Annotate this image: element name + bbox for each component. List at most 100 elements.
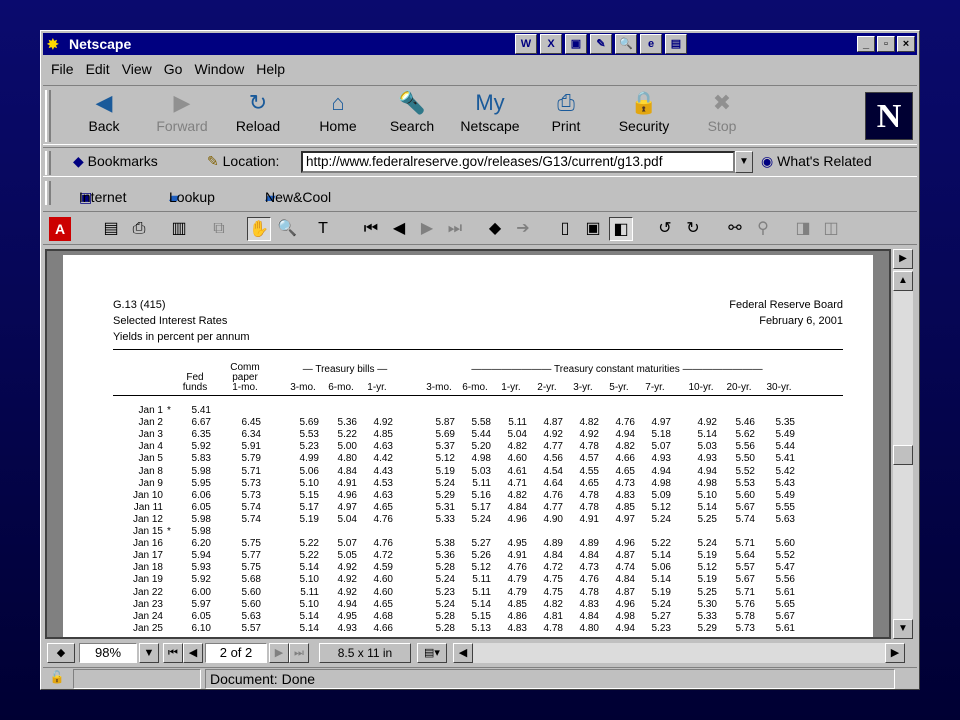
table-cell: 4.97 (337, 501, 357, 513)
netscape-button[interactable]: My Netscape (455, 88, 525, 144)
tray-app-icon[interactable]: ✎ (590, 34, 612, 54)
security-button[interactable]: 🔒 Security (609, 88, 679, 144)
page-layout-icon[interactable]: ▤▾ (417, 643, 447, 663)
whats-related-button[interactable]: ◉ What's Related (761, 153, 872, 170)
bookmarks-button[interactable]: ◆ Bookmarks (73, 153, 158, 170)
go-forward-icon[interactable]: ➔ (511, 217, 535, 241)
scroll-down-icon[interactable]: ▼ (893, 619, 913, 639)
next-page-icon[interactable]: ▶ (415, 217, 439, 241)
table-cell: 4.60 (373, 586, 393, 598)
rotate-left-icon[interactable]: ↺ (653, 217, 677, 241)
search-button[interactable]: 🔦 Search (377, 88, 447, 144)
text-select-icon[interactable]: T (311, 217, 335, 241)
split-icon[interactable]: ◆ (47, 643, 75, 663)
table-cell: 4.91 (507, 550, 527, 562)
tray-app-icon[interactable]: ▣ (565, 34, 587, 54)
menu-view[interactable]: View (116, 59, 158, 81)
maximize-button[interactable]: ▫ (877, 36, 895, 52)
hand-tool-icon[interactable]: ✋ (247, 217, 271, 241)
zoom-field[interactable]: 98% (79, 643, 137, 663)
table-cell: 5.57 (735, 562, 755, 574)
table-cell: 5.23 (299, 441, 319, 453)
security-lock-icon[interactable]: 🔓 (45, 670, 69, 688)
tray-app-icon[interactable]: X (540, 34, 562, 54)
next-page-button[interactable]: ▶ (269, 643, 289, 663)
last-page-icon[interactable]: ⏭ (443, 217, 467, 241)
table-cell: 4.92 (579, 429, 599, 441)
pdf-viewport[interactable]: G.13 (415) Selected Interest Rates Yield… (45, 249, 891, 639)
back-button[interactable]: ◀ Back (69, 88, 139, 144)
scroll-left-icon[interactable]: ◀ (453, 643, 473, 663)
actual-size-icon[interactable]: ▯ (553, 217, 577, 241)
fit-width-icon[interactable]: ◧ (609, 217, 633, 241)
scroll-right-icon[interactable]: ▶ (885, 643, 905, 663)
netscape-app-icon: ✸ (47, 36, 59, 52)
scroll-up-icon[interactable]: ▲ (893, 271, 913, 291)
stop-button[interactable]: ✖ Stop (687, 88, 757, 144)
previous-page-icon[interactable]: ◀ (387, 217, 411, 241)
article-icon[interactable]: ◨ (791, 217, 815, 241)
table-cell: 4.92 (337, 574, 357, 586)
last-page-button[interactable]: ⏭ (289, 643, 309, 663)
tray-app-icon[interactable]: e (640, 34, 662, 54)
table-cell: 5.79 (241, 453, 261, 465)
table-cell: 5.05 (337, 550, 357, 562)
tray-app-icon[interactable]: 🔍 (615, 34, 637, 54)
toolbar-grip[interactable] (45, 151, 51, 175)
reload-button[interactable]: ↻ Reload (223, 88, 293, 144)
print-icon[interactable]: ⎙ (127, 217, 151, 241)
url-dropdown-button[interactable]: ▼ (735, 151, 753, 173)
table-cell: 5.11 (508, 417, 527, 429)
menu-window[interactable]: Window (188, 59, 250, 81)
minimize-button[interactable]: _ (857, 36, 875, 52)
horizontal-scrollbar[interactable]: ◀ ▶ (453, 643, 905, 663)
table-cell: 5.73 (735, 622, 755, 634)
scroll-thumb[interactable] (893, 445, 913, 465)
scroll-right-icon[interactable]: ▶ (893, 249, 913, 269)
toolbar-grip[interactable] (45, 90, 51, 142)
table-cell: 5.28 (435, 562, 455, 574)
adobe-icon[interactable]: A (49, 217, 71, 241)
bookmarks-pane-icon[interactable]: ▥ (167, 217, 191, 241)
copy-icon[interactable]: ⧉ (207, 217, 231, 241)
zoom-dropdown-icon[interactable]: ▼ (139, 643, 159, 663)
menu-edit[interactable]: Edit (80, 59, 116, 81)
save-icon[interactable]: ▤ (99, 217, 123, 241)
fit-page-icon[interactable]: ▣ (581, 217, 605, 241)
tray-app-icon[interactable]: W (515, 34, 537, 54)
zoom-icon[interactable]: 🔍 (275, 217, 299, 241)
first-page-icon[interactable]: ⏮ (359, 217, 383, 241)
table-cell: 5.37 (435, 441, 455, 453)
table-cell: 5.49 (775, 489, 795, 501)
previous-page-button[interactable]: ◀ (183, 643, 203, 663)
close-button[interactable]: × (897, 36, 915, 52)
tray-app-icon[interactable]: ▤ (665, 34, 687, 54)
go-back-icon[interactable]: ◆ (483, 217, 507, 241)
table-cell: 5.52 (775, 550, 795, 562)
table-cell: 4.76 (543, 489, 563, 501)
table-cell: 5.11 (472, 477, 491, 489)
table-cell: 5.17 (471, 501, 491, 513)
table-cell: 5.11 (472, 586, 491, 598)
rotate-right-icon[interactable]: ↻ (681, 217, 705, 241)
home-button[interactable]: ⌂ Home (303, 88, 373, 144)
table-cell: 4.99 (299, 453, 319, 465)
table-cell: 4.89 (543, 538, 563, 550)
report-agency: Federal Reserve Board (729, 299, 843, 311)
table-cell: 5.14 (651, 550, 671, 562)
menu-file[interactable]: File (45, 59, 80, 81)
vertical-scrollbar[interactable]: ▶ ▲ ▼ (893, 249, 913, 639)
menu-help[interactable]: Help (250, 59, 291, 81)
table-cell: 5.61 (775, 586, 795, 598)
thumbnail-icon[interactable]: ◫ (819, 217, 843, 241)
netscape-logo[interactable]: N (865, 92, 913, 140)
forward-button[interactable]: ▶ Forward (147, 88, 217, 144)
page-indicator[interactable]: 2 of 2 (205, 643, 267, 663)
toolbar-grip[interactable] (45, 181, 51, 205)
search-icon[interactable]: ⚲ (751, 217, 775, 241)
print-button[interactable]: ⎙ Print (531, 88, 601, 144)
menu-go[interactable]: Go (158, 59, 189, 81)
find-icon[interactable]: ⚯ (723, 217, 747, 241)
url-input[interactable]: http://www.federalreserve.gov/releases/G… (301, 151, 735, 173)
first-page-button[interactable]: ⏮ (163, 643, 183, 663)
